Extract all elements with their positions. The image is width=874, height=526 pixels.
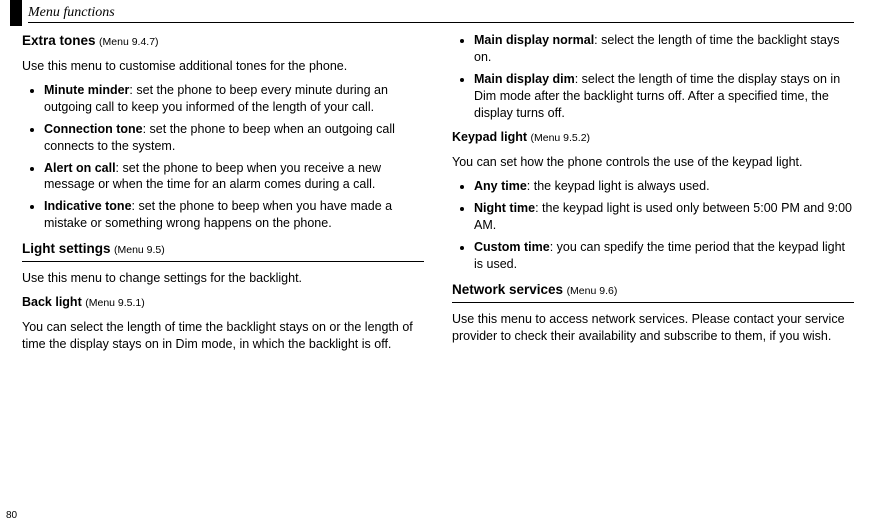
rule bbox=[22, 261, 424, 262]
term: Night time bbox=[474, 201, 535, 215]
list-item: Night time: the keypad light is used onl… bbox=[474, 200, 854, 234]
keypad-light-intro: You can set how the phone controls the u… bbox=[452, 154, 854, 171]
term: Indicative tone bbox=[44, 199, 132, 213]
extra-tones-intro: Use this menu to customise additional to… bbox=[22, 58, 424, 75]
list-item: Main display normal: select the length o… bbox=[474, 32, 854, 66]
keypad-light-ref: (Menu 9.5.2) bbox=[531, 132, 591, 144]
light-settings-title: Light settings bbox=[22, 241, 111, 256]
network-services-title: Network services bbox=[452, 282, 563, 297]
list-item: Custom time: you can spedify the time pe… bbox=[474, 239, 854, 273]
extra-tones-title: Extra tones bbox=[22, 33, 96, 48]
keypad-light-title: Keypad light bbox=[452, 130, 527, 144]
section-title: Menu functions bbox=[28, 4, 115, 23]
list-item: Alert on call: set the phone to beep whe… bbox=[44, 160, 424, 194]
term: Main display dim bbox=[474, 72, 575, 86]
term: Minute minder bbox=[44, 83, 129, 97]
list-item: Any time: the keypad light is always use… bbox=[474, 178, 854, 195]
term: Any time bbox=[474, 179, 527, 193]
list-item: Minute minder: set the phone to beep eve… bbox=[44, 82, 424, 116]
list-item: Indicative tone: set the phone to beep w… bbox=[44, 198, 424, 232]
light-settings-ref: (Menu 9.5) bbox=[114, 244, 165, 256]
header-rule bbox=[28, 22, 854, 23]
left-column: Extra tones (Menu 9.4.7) Use this menu t… bbox=[22, 32, 424, 360]
keypad-light-list: Any time: the keypad light is always use… bbox=[452, 178, 854, 272]
extra-tones-list: Minute minder: set the phone to beep eve… bbox=[22, 82, 424, 232]
back-light-ref: (Menu 9.5.1) bbox=[85, 297, 145, 309]
term: Custom time bbox=[474, 240, 550, 254]
back-light-title: Back light bbox=[22, 295, 82, 309]
network-services-ref: (Menu 9.6) bbox=[567, 285, 618, 297]
light-settings-intro: Use this menu to change settings for the… bbox=[22, 270, 424, 287]
page-number: 80 bbox=[6, 509, 17, 523]
rule bbox=[452, 302, 854, 303]
term: Alert on call bbox=[44, 161, 116, 175]
display-items-list: Main display normal: select the length o… bbox=[452, 32, 854, 121]
back-light-intro: You can select the length of time the ba… bbox=[22, 319, 424, 353]
desc: : the keypad light is always used. bbox=[527, 179, 710, 193]
network-services-intro: Use this menu to access network services… bbox=[452, 311, 854, 345]
extra-tones-ref: (Menu 9.4.7) bbox=[99, 36, 159, 48]
list-item: Main display dim: select the length of t… bbox=[474, 71, 854, 122]
term: Connection tone bbox=[44, 122, 143, 136]
term: Main display normal bbox=[474, 33, 594, 47]
list-item: Connection tone: set the phone to beep w… bbox=[44, 121, 424, 155]
right-column: Main display normal: select the length o… bbox=[452, 32, 854, 360]
accent-bar bbox=[10, 0, 22, 26]
